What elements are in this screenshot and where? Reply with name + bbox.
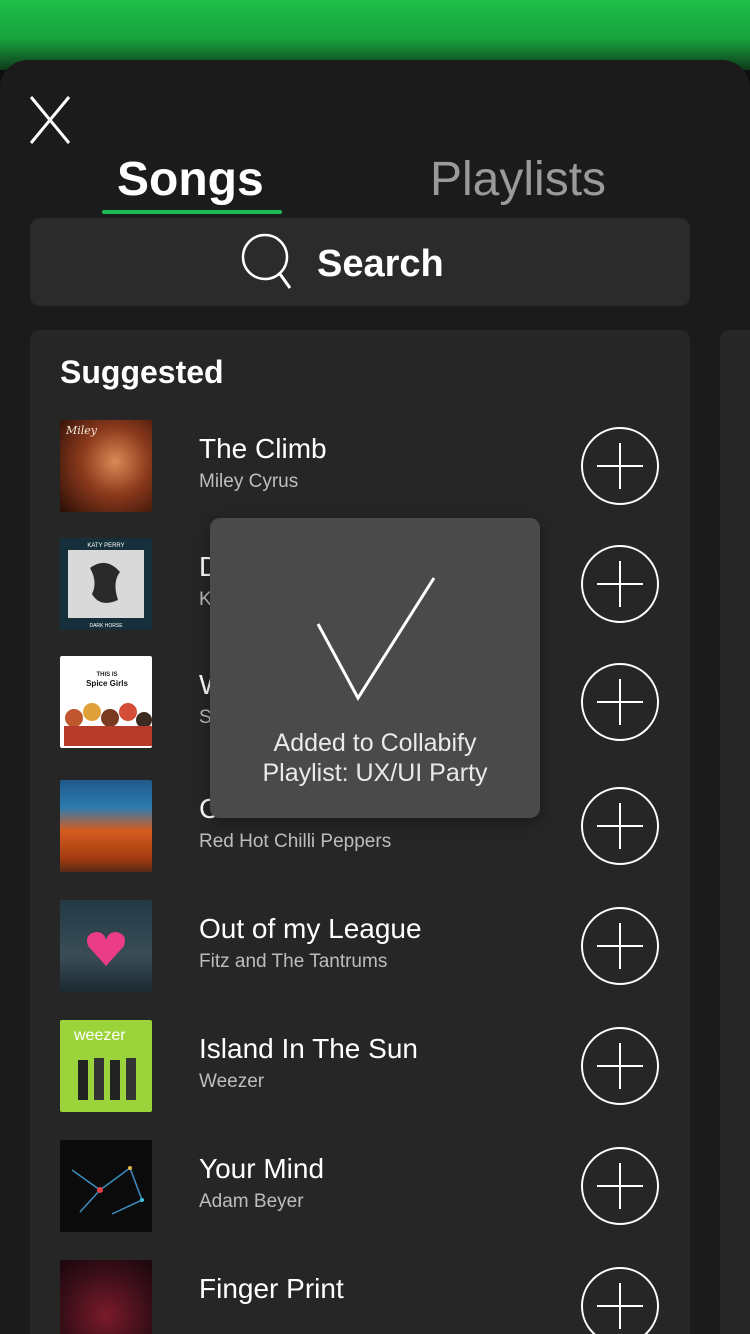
close-icon bbox=[29, 96, 71, 144]
active-tab-indicator bbox=[102, 210, 282, 214]
song-title: Out of my League bbox=[199, 913, 422, 944]
album-art bbox=[60, 1140, 152, 1232]
song-artist: Fitz and The Tantrums bbox=[199, 951, 388, 972]
search-bar[interactable]: Search bbox=[30, 218, 690, 306]
album-art bbox=[60, 1260, 152, 1334]
svg-text:KATY PERRY: KATY PERRY bbox=[87, 543, 124, 549]
song-row[interactable]: Out of my League Fitz and The Tantrums bbox=[30, 900, 690, 1010]
album-art: weezer bbox=[60, 1020, 152, 1112]
song-title: The Climb bbox=[199, 433, 327, 464]
suggested-card: Suggested Miley The Climb Miley Cyrus KA… bbox=[30, 330, 690, 1334]
svg-text:Spice Girls: Spice Girls bbox=[86, 679, 128, 688]
plus-circle-icon bbox=[581, 1027, 659, 1105]
album-art bbox=[60, 900, 152, 992]
search-label: Search bbox=[317, 243, 444, 285]
svg-text:THIS IS: THIS IS bbox=[96, 672, 117, 678]
toast-message: Added to Collabify Playlist: UX/UI Party bbox=[210, 728, 540, 788]
add-song-button[interactable] bbox=[580, 1026, 660, 1106]
add-song-button[interactable] bbox=[580, 1146, 660, 1226]
album-art: Miley bbox=[60, 420, 152, 512]
song-artist: Miley Cyrus bbox=[199, 471, 299, 492]
song-row[interactable]: Your Mind Adam Beyer bbox=[30, 1140, 690, 1250]
add-song-button[interactable] bbox=[580, 906, 660, 986]
next-card-peek bbox=[720, 330, 750, 1334]
section-title: Suggested bbox=[60, 354, 224, 390]
add-song-button[interactable] bbox=[580, 662, 660, 742]
add-song-button[interactable] bbox=[580, 1266, 660, 1334]
plus-circle-icon bbox=[581, 427, 659, 505]
song-artist: Red Hot Chilli Peppers bbox=[199, 831, 392, 852]
added-confirmation-toast: Added to Collabify Playlist: UX/UI Party bbox=[210, 518, 540, 818]
song-title: Your Mind bbox=[199, 1153, 325, 1184]
song-title: Finger Print bbox=[199, 1273, 344, 1304]
add-song-button[interactable] bbox=[580, 544, 660, 624]
add-song-button[interactable] bbox=[580, 426, 660, 506]
song-title: Island In The Sun bbox=[199, 1033, 418, 1064]
tab-playlists[interactable]: Playlists bbox=[430, 152, 606, 208]
song-row[interactable]: Finger Print bbox=[30, 1260, 690, 1334]
svg-text:Miley: Miley bbox=[65, 424, 98, 437]
plus-circle-icon bbox=[581, 663, 659, 741]
song-row[interactable]: weezer Island In The Sun Weezer bbox=[30, 1020, 690, 1130]
plus-circle-icon bbox=[581, 787, 659, 865]
svg-text:DARK HORSE: DARK HORSE bbox=[89, 623, 123, 629]
album-art: KATY PERRY DARK HORSE bbox=[60, 538, 152, 630]
song-artist: Adam Beyer bbox=[199, 1191, 304, 1212]
svg-text:weezer: weezer bbox=[73, 1027, 126, 1044]
search-icon bbox=[241, 233, 292, 289]
toast-line-1: Added to Collabify bbox=[273, 729, 477, 757]
checkmark-icon bbox=[316, 577, 436, 701]
plus-circle-icon bbox=[581, 545, 659, 623]
plus-circle-icon bbox=[581, 1267, 659, 1334]
song-artist: Weezer bbox=[199, 1071, 265, 1092]
album-art: THIS IS Spice Girls bbox=[60, 656, 152, 748]
plus-circle-icon bbox=[581, 907, 659, 985]
toast-line-2: Playlist: UX/UI Party bbox=[262, 759, 488, 787]
song-row[interactable]: Miley The Climb Miley Cyrus bbox=[30, 420, 690, 530]
tab-songs[interactable]: Songs bbox=[117, 152, 264, 208]
album-art bbox=[60, 780, 152, 872]
add-song-button[interactable] bbox=[580, 786, 660, 866]
plus-circle-icon bbox=[581, 1147, 659, 1225]
close-button[interactable] bbox=[28, 94, 72, 146]
